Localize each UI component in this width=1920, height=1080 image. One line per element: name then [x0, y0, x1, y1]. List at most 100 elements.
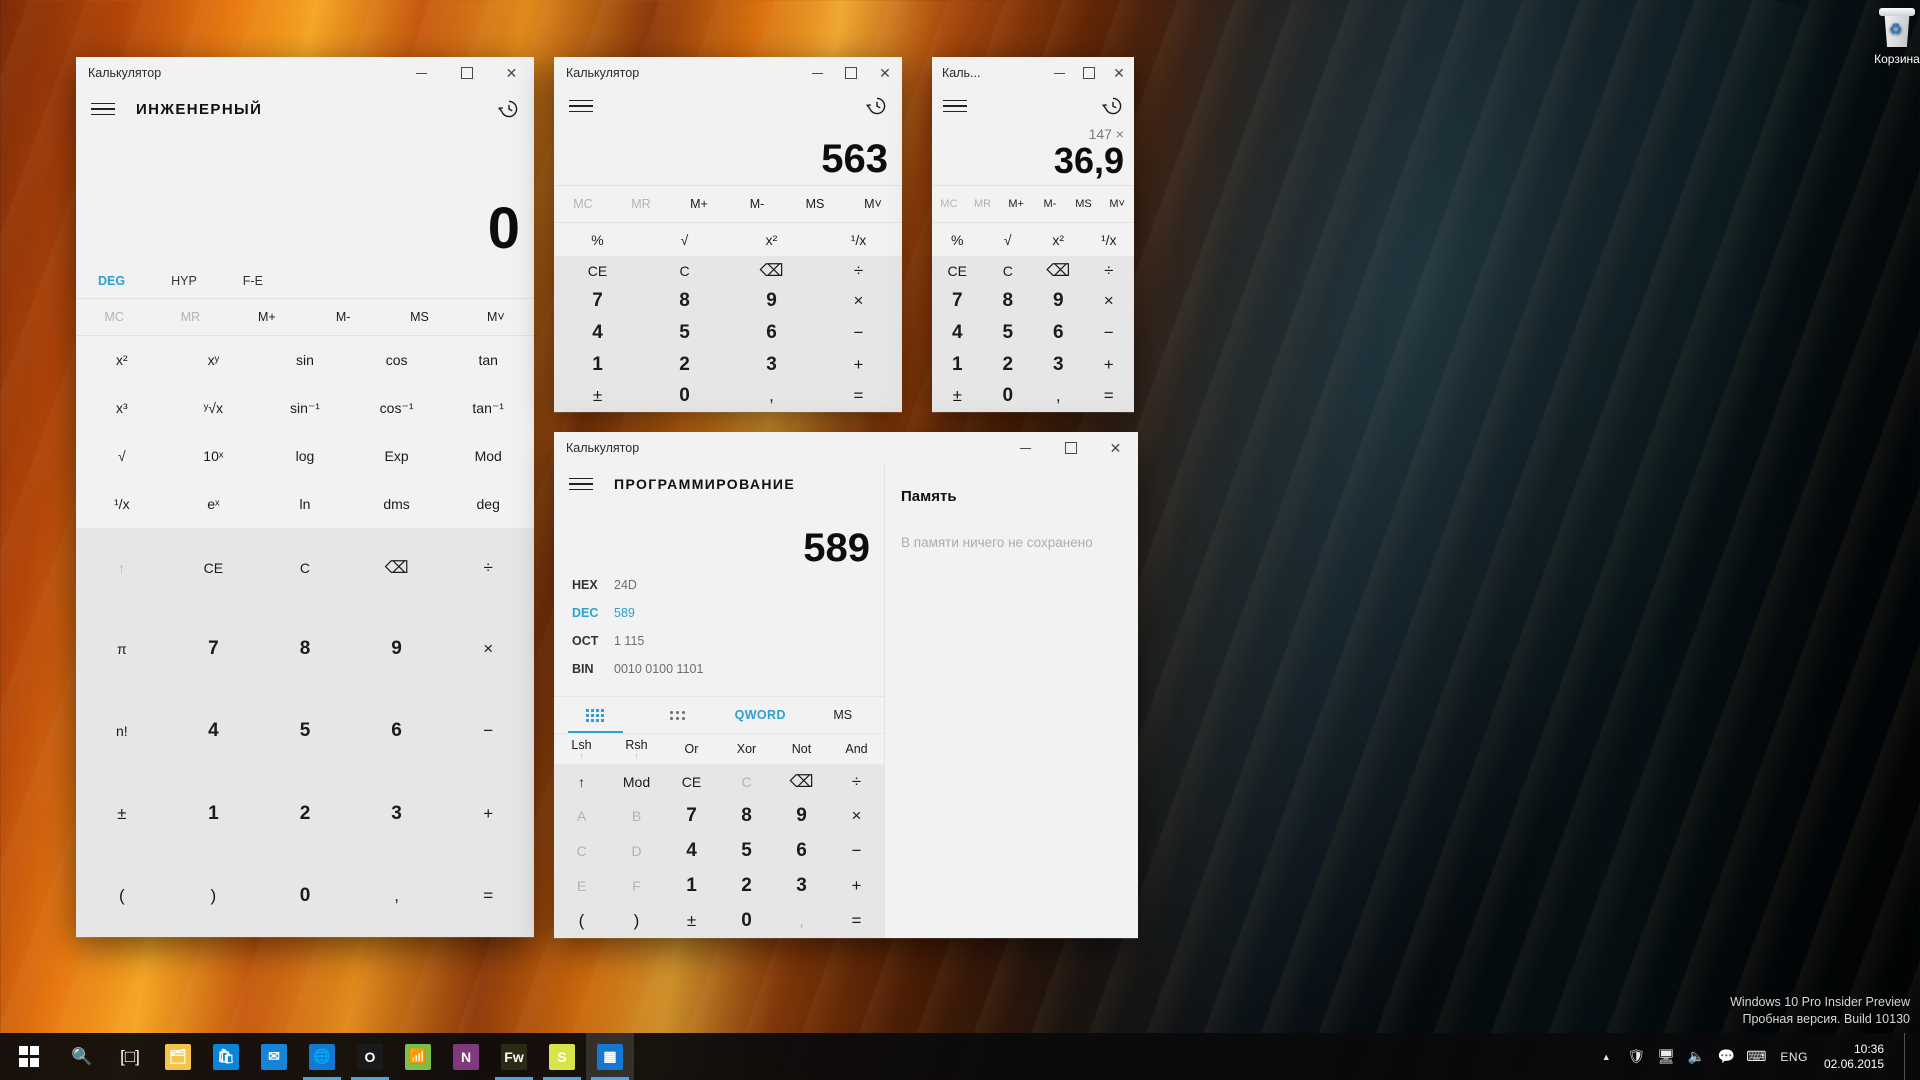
memory-key-mplus[interactable]: M+ [999, 186, 1033, 222]
key-subtract[interactable]: − [442, 690, 534, 772]
key-mod[interactable]: Mod [609, 765, 664, 798]
key-sin[interactable]: sin [259, 336, 351, 384]
key-ln[interactable]: ln [259, 480, 351, 528]
key-xor[interactable]: Xor [719, 734, 774, 764]
key-add[interactable]: + [829, 868, 884, 903]
key-backspace[interactable]: ⌫ [351, 528, 443, 608]
key-clear-entry[interactable]: CE [554, 256, 641, 286]
key-a[interactable]: A [554, 798, 609, 833]
history-icon[interactable] [496, 96, 522, 122]
start-button[interactable] [0, 1033, 58, 1080]
key-6[interactable]: 6 [728, 317, 815, 349]
maximize-button[interactable] [1074, 57, 1104, 89]
radix-row-bin[interactable]: BIN 0010 0100 1101 [572, 662, 884, 690]
key-b[interactable]: B [609, 798, 664, 833]
key-divide[interactable]: ÷ [815, 256, 902, 286]
minimize-button[interactable] [800, 57, 834, 89]
close-button[interactable]: ✕ [1104, 57, 1134, 89]
tab-memory-store[interactable]: MS [802, 697, 885, 733]
taskbar-item-store[interactable]: 🛍 [202, 1033, 250, 1080]
key-factorial[interactable]: n! [76, 690, 168, 772]
key-multiply[interactable]: × [1084, 286, 1135, 318]
key-x-[interactable]: x³ [76, 384, 168, 432]
taskbar-item-file-explorer[interactable]: 🗂 [154, 1033, 202, 1080]
radix-row-hex[interactable]: HEX 24D [572, 578, 884, 606]
key-clear[interactable]: C [983, 256, 1034, 286]
key-clear[interactable]: C [641, 256, 728, 286]
key-3[interactable]: 3 [1033, 349, 1084, 381]
key-plus-minus[interactable]: ± [76, 773, 168, 855]
key-percent[interactable]: % [554, 223, 641, 256]
key-divide[interactable]: ÷ [1084, 256, 1135, 286]
taskbar-item-mail[interactable]: ✉ [250, 1033, 298, 1080]
key-clear[interactable]: C [719, 765, 774, 798]
key-9[interactable]: 9 [1033, 286, 1084, 318]
taskbar-item-snagit[interactable]: S [538, 1033, 586, 1080]
key-open-paren[interactable]: ( [554, 903, 609, 938]
key-exp[interactable]: Exp [351, 432, 443, 480]
key-2[interactable]: 2 [983, 349, 1034, 381]
key-sin-[interactable]: sin⁻¹ [259, 384, 351, 432]
memory-key-mc[interactable]: MC [76, 299, 152, 335]
key-add[interactable]: + [442, 773, 534, 855]
maximize-button[interactable] [1048, 432, 1093, 464]
key-multiply[interactable]: × [829, 798, 884, 833]
key-reciprocal[interactable]: ¹/x [815, 223, 902, 256]
key-square[interactable]: x² [76, 336, 168, 384]
key-4[interactable]: 4 [932, 317, 983, 349]
key-plus-minus[interactable]: ± [932, 380, 983, 412]
key-1[interactable]: 1 [664, 868, 719, 903]
taskbar-item-feed-reader[interactable]: 📶 [394, 1033, 442, 1080]
key-3[interactable]: 3 [774, 868, 829, 903]
tray-chevron-icon[interactable]: ▲ [1596, 1033, 1616, 1080]
key-5[interactable]: 5 [719, 833, 774, 868]
key-4[interactable]: 4 [664, 833, 719, 868]
key-square[interactable]: x² [1033, 223, 1084, 256]
mode-toggle-fe[interactable]: F-E [243, 274, 263, 288]
key-lsh[interactable]: Lsh↑ [554, 734, 609, 764]
key-close-paren[interactable]: ) [609, 903, 664, 938]
tab-bit-keypad[interactable] [554, 697, 637, 733]
key-tan[interactable]: tan [442, 336, 534, 384]
key-equals[interactable]: = [829, 903, 884, 938]
taskbar-item-onenote[interactable]: N [442, 1033, 490, 1080]
key-equals[interactable]: = [1084, 380, 1135, 412]
key-multiply[interactable]: × [815, 286, 902, 318]
calculator-window-scientific[interactable]: Калькулятор ✕ ИНЖЕНЕРНЫЙ 0 DEG HYP F-E M… [76, 57, 534, 937]
key-8[interactable]: 8 [259, 608, 351, 690]
key-shift[interactable]: ↑ [554, 765, 609, 798]
taskbar-item-edge-browser[interactable]: 🌐 [298, 1033, 346, 1080]
clock[interactable]: 10:36 02.06.2015 [1822, 1042, 1894, 1072]
tab-word-size[interactable]: QWORD [719, 697, 802, 733]
key-0[interactable]: 0 [641, 380, 728, 412]
key-clear-entry[interactable]: CE [932, 256, 983, 286]
key--x[interactable]: ʸ√x [168, 384, 260, 432]
key-8[interactable]: 8 [641, 286, 728, 318]
key-6[interactable]: 6 [774, 833, 829, 868]
language-indicator[interactable]: ENG [1776, 1033, 1812, 1080]
key-4[interactable]: 4 [168, 690, 260, 772]
taskbar-item-calculator[interactable]: ▦ [586, 1033, 634, 1080]
key-add[interactable]: + [815, 349, 902, 381]
taskbar-item-opera-browser[interactable]: O [346, 1033, 394, 1080]
key-pi[interactable]: π [76, 608, 168, 690]
key-7[interactable]: 7 [554, 286, 641, 318]
system-tray[interactable]: ▲ 🛡 🖥 🔈 💬 ⌨ ENG 10:36 02.06.2015 [1596, 1033, 1920, 1080]
memory-key-ms[interactable]: MS [1067, 186, 1101, 222]
key-percent[interactable]: % [932, 223, 983, 256]
key-decimal[interactable]: , [728, 380, 815, 412]
key-1[interactable]: 1 [932, 349, 983, 381]
memory-key-mdropdown[interactable]: M˅ [844, 186, 902, 222]
key-4[interactable]: 4 [554, 317, 641, 349]
key-sqrt[interactable]: √ [983, 223, 1034, 256]
key-deg[interactable]: deg [442, 480, 534, 528]
history-icon[interactable] [1100, 93, 1126, 119]
key-dms[interactable]: dms [351, 480, 443, 528]
memory-key-mminus[interactable]: M- [305, 299, 381, 335]
hamburger-icon[interactable] [566, 92, 596, 120]
key-3[interactable]: 3 [728, 349, 815, 381]
key-add[interactable]: + [1084, 349, 1135, 381]
key-sqrt[interactable]: √ [641, 223, 728, 256]
key-and[interactable]: And [829, 734, 884, 764]
memory-key-mr[interactable]: MR [966, 186, 1000, 222]
